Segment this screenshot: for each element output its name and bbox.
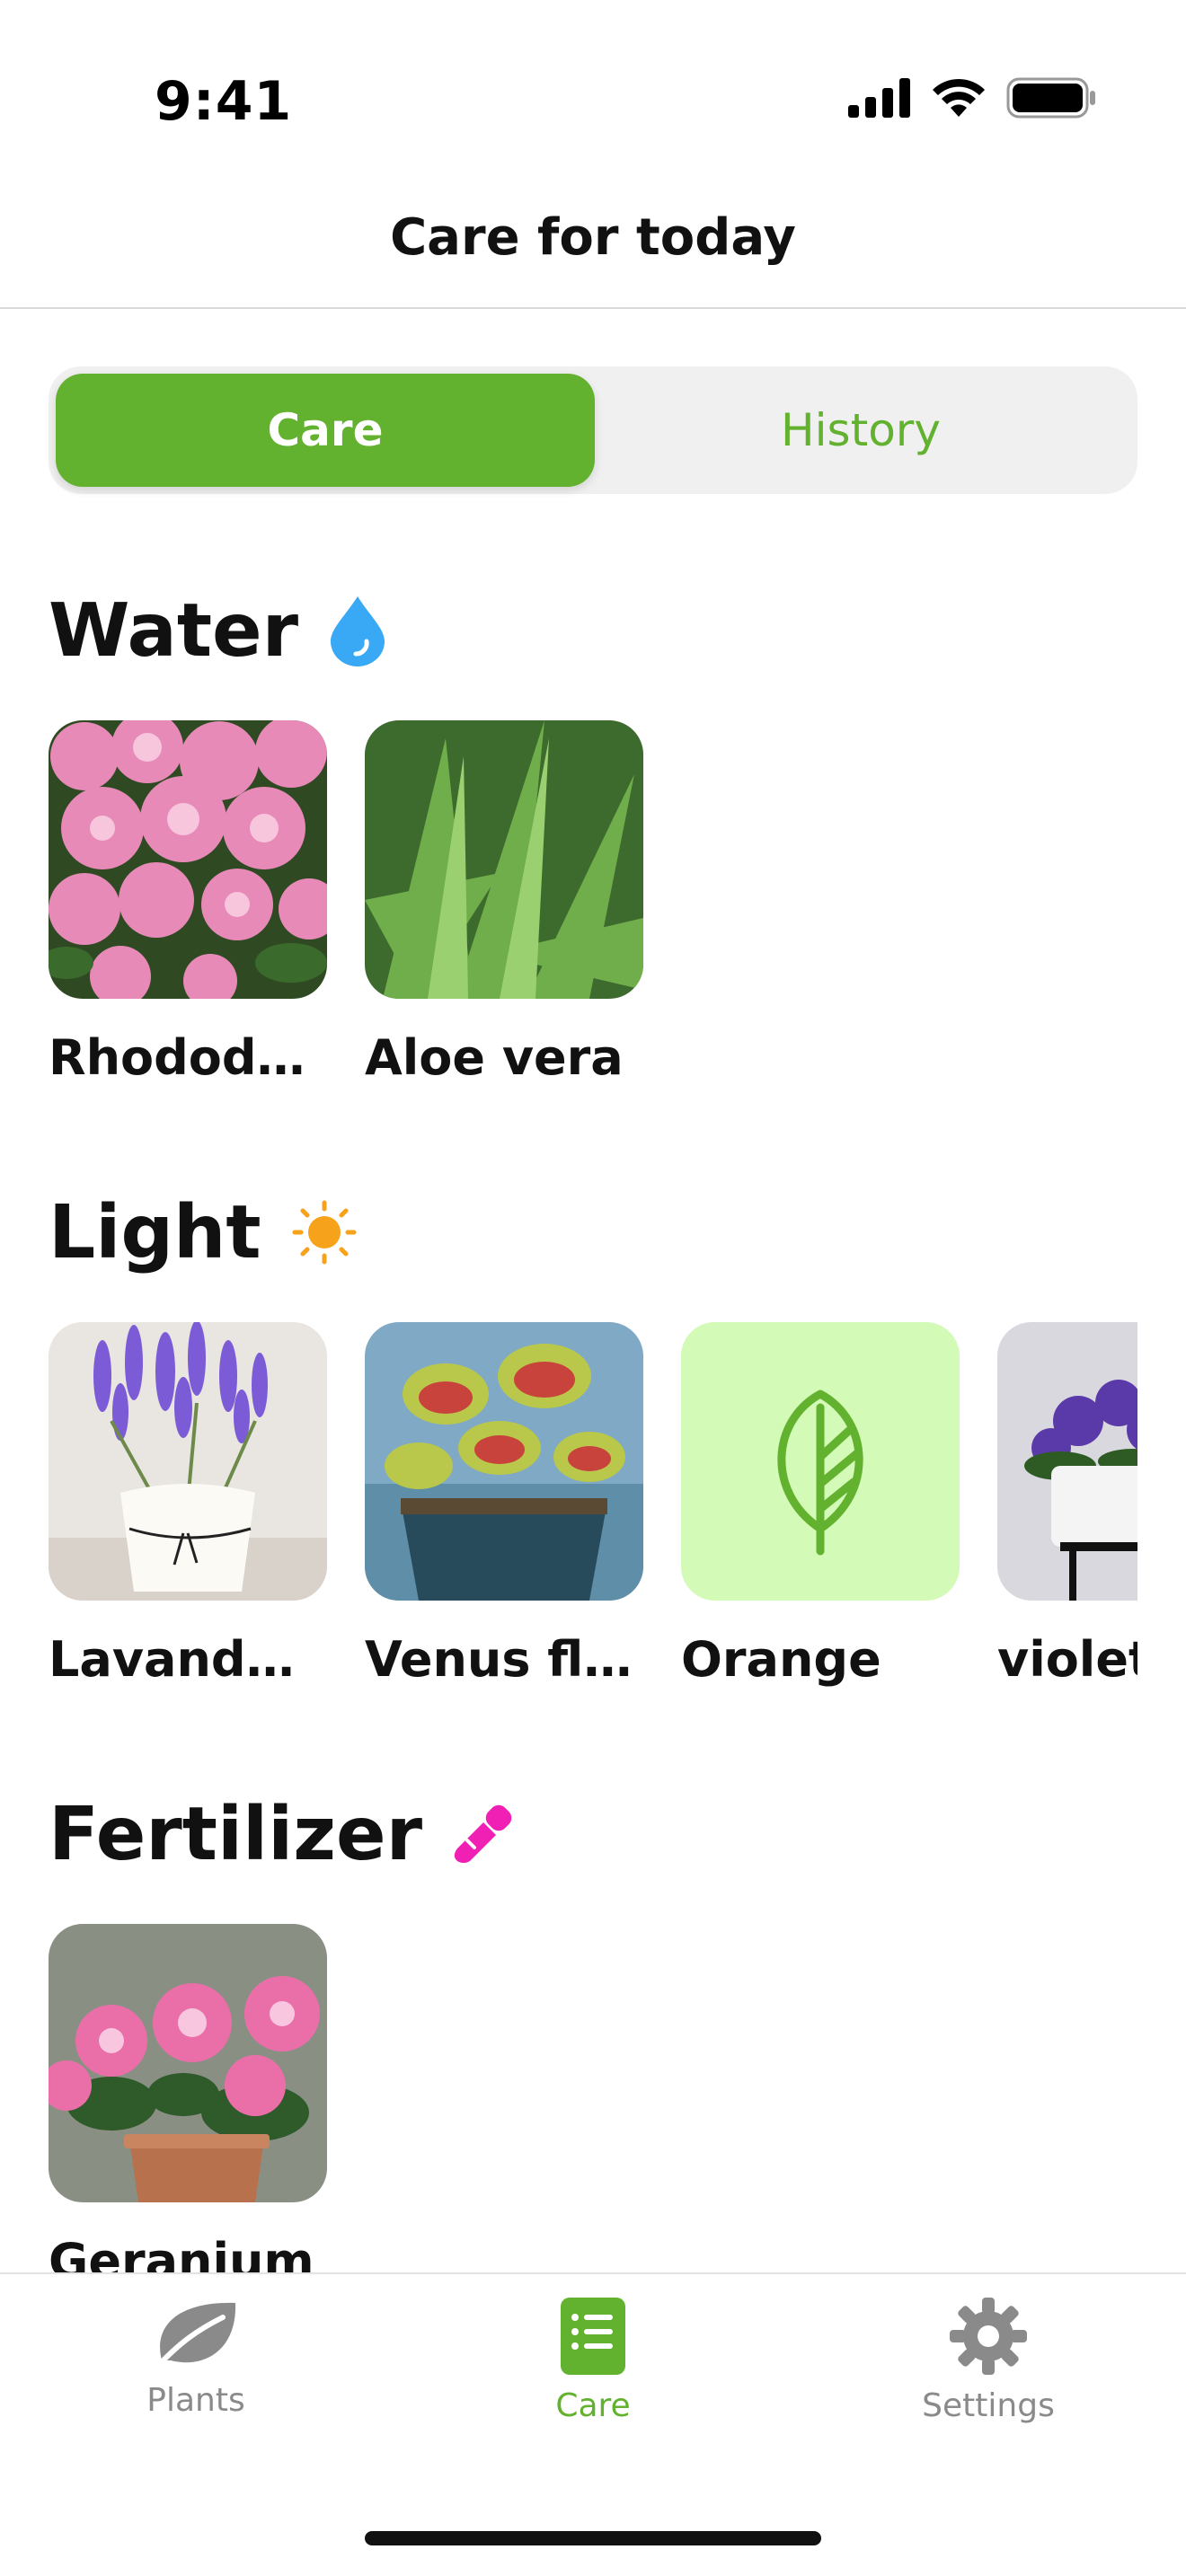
care-content[interactable]: Water Rhododen Aloe vera Light Lavandull…	[0, 539, 1186, 2272]
pipette-icon	[454, 1804, 512, 1863]
section-title-fertilizer: Fertilizer	[49, 1791, 423, 1877]
cellular-signal-icon	[848, 78, 910, 118]
screen: 9:41 Care for today Care History Water R…	[0, 0, 1186, 2576]
plant-name: violet	[997, 1631, 1137, 1688]
tab-plants[interactable]: Plants	[79, 2298, 313, 2419]
section-header: Water	[49, 580, 1137, 681]
wifi-icon	[933, 78, 985, 117]
care-list-icon	[561, 2298, 625, 2375]
plant-tile[interactable]: Lavandulla	[49, 1322, 327, 1688]
battery-icon	[1006, 77, 1095, 119]
plant-tile[interactable]: Geranium	[49, 1924, 327, 2272]
plant-tile[interactable]: Aloe vera	[365, 720, 643, 1086]
fertilizer-plants-row: Geranium	[49, 1924, 1137, 2272]
plant-placeholder	[681, 1322, 960, 1601]
plant-tile[interactable]: violet	[997, 1322, 1137, 1688]
status-time: 9:41	[155, 70, 293, 133]
tab-settings[interactable]: Settings	[872, 2298, 1105, 2424]
fertilizer-section: Fertilizer Geranium	[49, 1784, 1137, 2272]
plant-tile[interactable]: Rhododen...	[49, 720, 327, 1086]
gear-icon	[950, 2298, 1027, 2375]
status-bar: 9:41	[0, 0, 1186, 180]
home-indicator[interactable]	[365, 2531, 821, 2545]
segmented-control: Care History	[49, 366, 1137, 494]
plant-photo-lavandulla	[49, 1322, 327, 1601]
history-segment[interactable]: History	[591, 374, 1130, 487]
light-plants-row: Lavandulla Venus flyt Orange violet	[49, 1322, 1137, 1688]
plant-photo-geranium	[49, 1924, 327, 2202]
care-segment[interactable]: Care	[56, 374, 595, 487]
section-header: Fertilizer	[49, 1784, 1137, 1884]
plant-name: Lavandulla	[49, 1631, 327, 1688]
tab-label-settings: Settings	[922, 2387, 1055, 2424]
leaf-icon	[154, 2302, 236, 2369]
section-header: Light	[49, 1182, 1137, 1283]
status-icons	[848, 77, 1096, 119]
light-section: Light Lavandulla Venus flyt Orange viole…	[49, 1182, 1137, 1688]
plant-name: Orange	[681, 1631, 881, 1688]
leaf-icon	[681, 1322, 960, 1601]
water-plants-row: Rhododen...	[49, 720, 1137, 1086]
plant-photo-rhododendron	[49, 720, 327, 999]
plant-tile[interactable]: Orange	[681, 1322, 960, 1688]
section-title-water: Water	[49, 587, 299, 674]
plant-name: Aloe vera	[365, 1029, 624, 1086]
plant-tile[interactable]: Venus flyt...	[365, 1322, 643, 1688]
tab-label-plants: Plants	[146, 2382, 245, 2419]
header-divider	[0, 307, 1186, 309]
tab-care[interactable]: Care	[476, 2298, 710, 2424]
plant-photo-violet	[997, 1322, 1137, 1601]
plant-name: Venus flyt...	[365, 1631, 643, 1688]
section-title-light: Light	[49, 1189, 261, 1275]
tab-label-care: Care	[555, 2387, 631, 2424]
water-section: Water Rhododen Aloe vera	[49, 580, 1137, 1086]
water-drop-icon	[331, 596, 385, 666]
page-title: Care for today	[390, 208, 796, 267]
plant-photo-aloe-vera	[365, 720, 643, 999]
sun-icon	[292, 1200, 357, 1265]
plant-name: Rhododen...	[49, 1029, 327, 1086]
plant-photo-venus-flytrap	[365, 1322, 643, 1601]
plant-name: Geranium	[49, 2233, 314, 2272]
